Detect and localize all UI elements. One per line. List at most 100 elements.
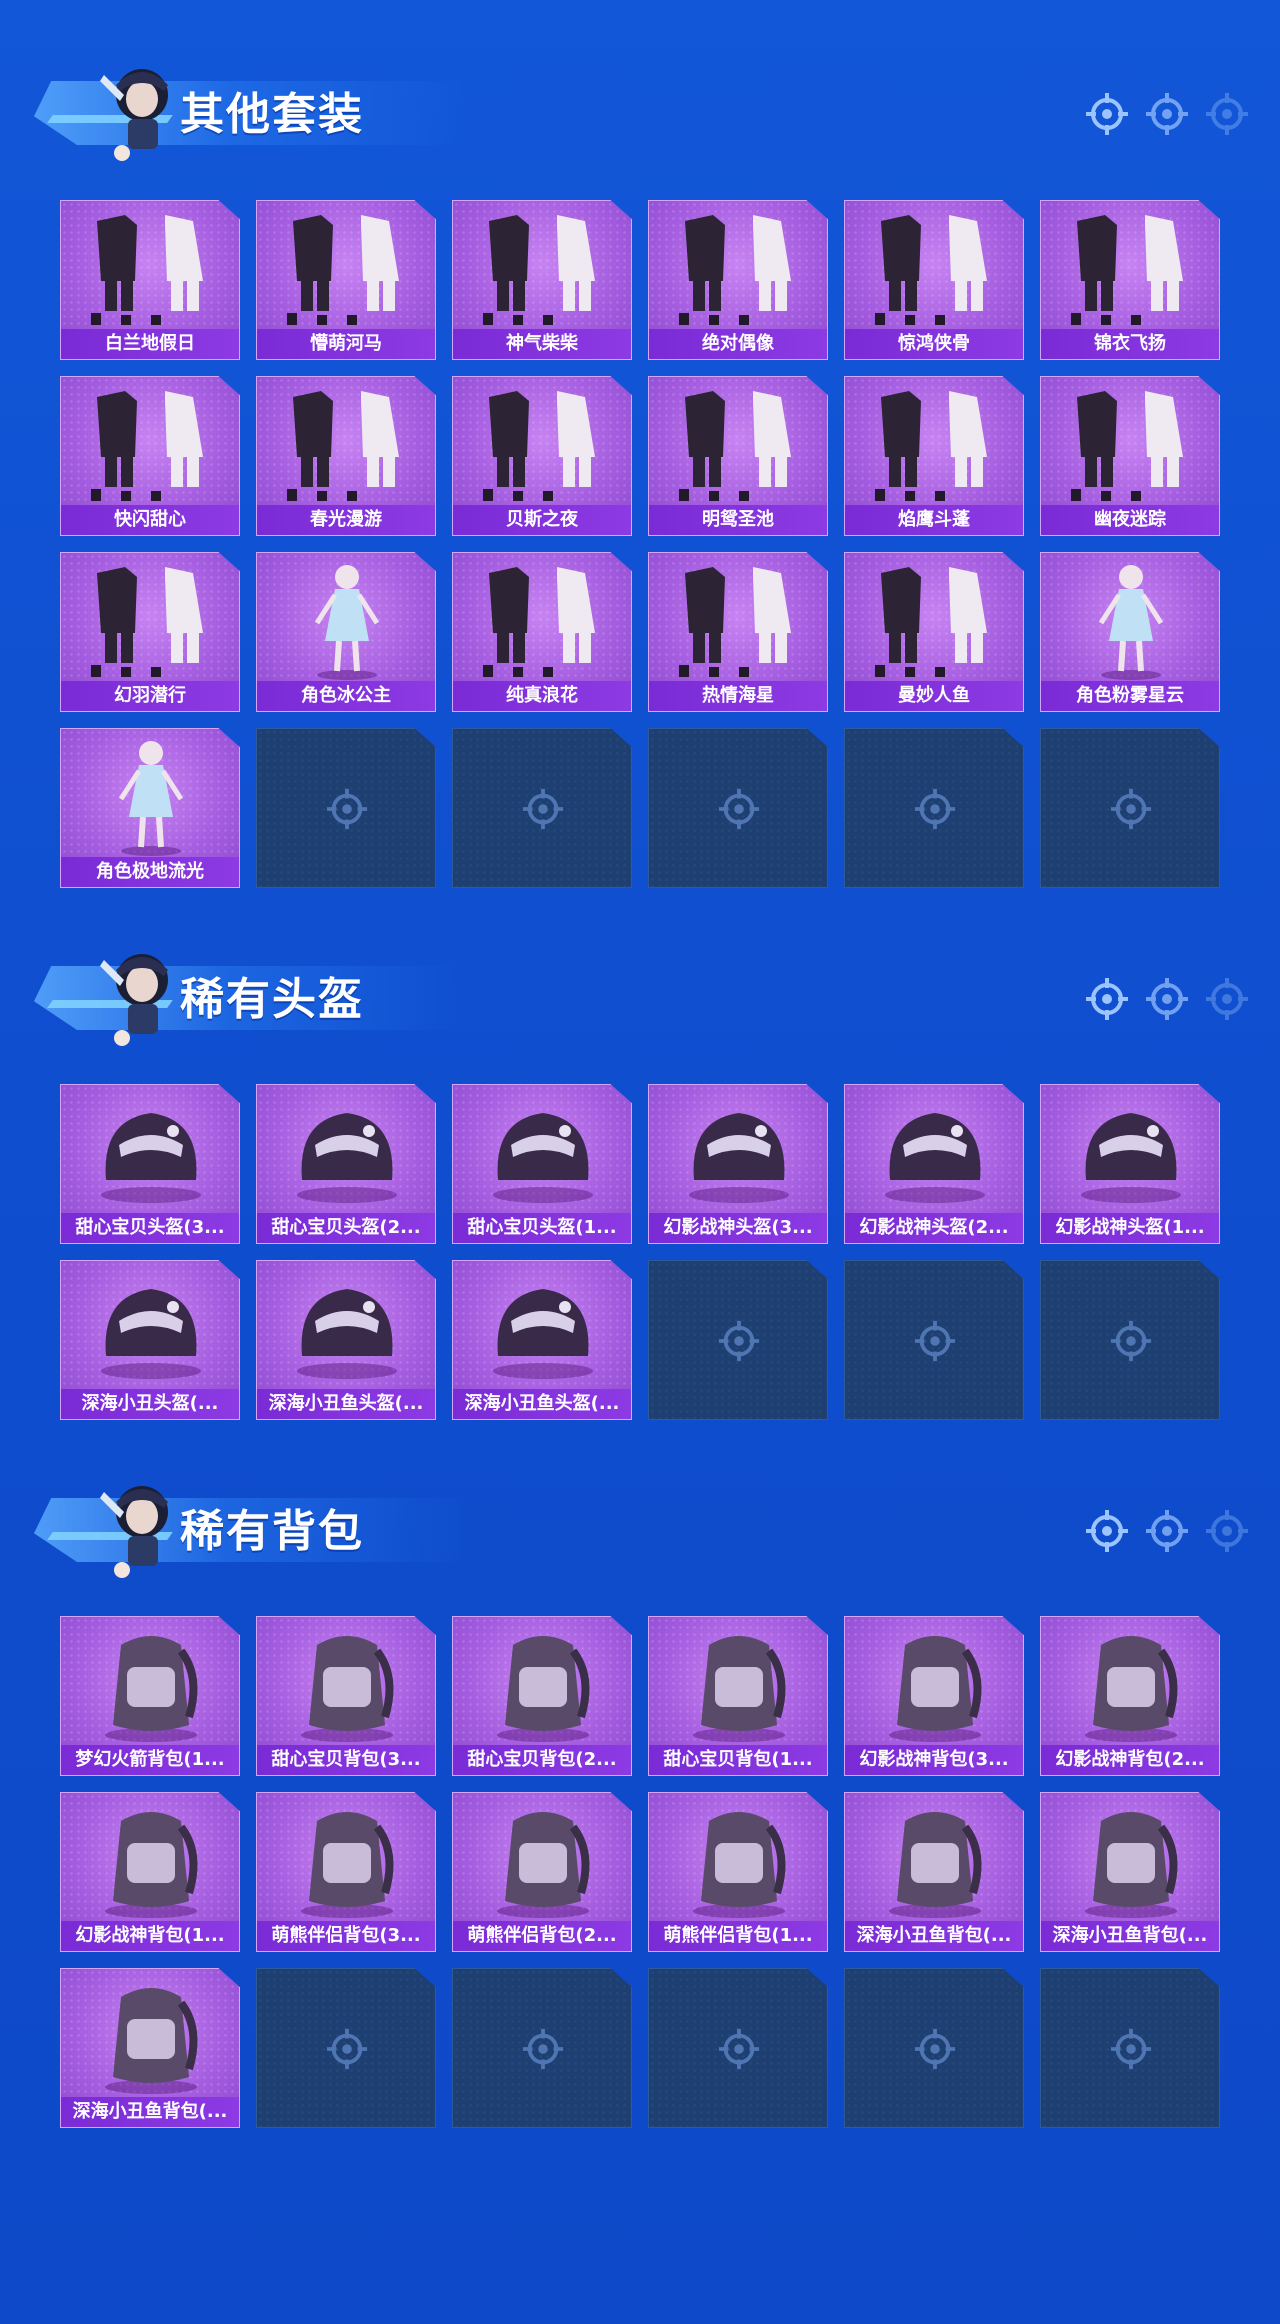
crosshair-icon (718, 1320, 760, 1362)
item-label: 角色极地流光 (61, 857, 239, 887)
item-card[interactable]: 角色粉雾星云 (1040, 552, 1220, 712)
item-card[interactable]: 绝对偶像 (648, 200, 828, 360)
backpack-icon (497, 1636, 590, 1742)
item-card[interactable]: 深海小丑鱼头盔(... (452, 1260, 632, 1420)
crosshair-icon (1146, 978, 1188, 1020)
item-card[interactable]: 白兰地假日 (60, 200, 240, 360)
item-card[interactable]: 幻影战神背包(1... (60, 1792, 240, 1952)
item-card[interactable]: 深海小丑鱼头盔(... (256, 1260, 436, 1420)
item-card[interactable]: 热情海星 (648, 552, 828, 712)
item-label: 角色冰公主 (257, 681, 435, 711)
item-card[interactable]: 甜心宝贝背包(2... (452, 1616, 632, 1776)
item-card[interactable]: 懵萌河马 (256, 200, 436, 360)
backpack-icon (105, 1636, 198, 1742)
item-card[interactable]: 幻影战神头盔(2... (844, 1084, 1024, 1244)
item-label: 甜心宝贝背包(3... (257, 1745, 435, 1775)
empty-slot (648, 1260, 828, 1420)
outfit-icon (1071, 391, 1183, 501)
empty-slot (256, 728, 436, 888)
item-card[interactable]: 梦幻火箭背包(1... (60, 1616, 240, 1776)
outfit-icon (483, 567, 595, 677)
outfit-icon (679, 391, 791, 501)
helmet-icon (493, 1113, 593, 1203)
item-label: 纯真浪花 (453, 681, 631, 711)
item-card[interactable]: 甜心宝贝背包(3... (256, 1616, 436, 1776)
item-card[interactable]: 锦衣飞扬 (1040, 200, 1220, 360)
item-card[interactable]: 贝斯之夜 (452, 376, 632, 536)
empty-slot (256, 1968, 436, 2128)
item-card[interactable]: 角色极地流光 (60, 728, 240, 888)
item-card[interactable]: 萌熊伴侣背包(2... (452, 1792, 632, 1952)
crosshair-icon (718, 2028, 760, 2070)
item-label: 萌熊伴侣背包(3... (257, 1921, 435, 1951)
item-card[interactable]: 神气柴柴 (452, 200, 632, 360)
item-card[interactable]: 春光漫游 (256, 376, 436, 536)
item-card[interactable]: 快闪甜心 (60, 376, 240, 536)
item-card[interactable]: 幻影战神头盔(3... (648, 1084, 828, 1244)
item-label: 惊鸿侠骨 (845, 329, 1023, 359)
item-card[interactable]: 甜心宝贝头盔(1... (452, 1084, 632, 1244)
outfit-icon (483, 215, 595, 325)
item-card[interactable]: 明鸳圣池 (648, 376, 828, 536)
item-card[interactable]: 甜心宝贝背包(1... (648, 1616, 828, 1776)
item-grid: 梦幻火箭背包(1... 甜心宝贝背包(3... 甜心宝贝背包(2... 甜心宝贝背包(… (60, 1616, 1220, 2128)
backpack-icon (497, 1812, 590, 1918)
item-card[interactable]: 纯真浪花 (452, 552, 632, 712)
backpack-icon (105, 1812, 198, 1918)
item-grid: 甜心宝贝头盔(3... 甜心宝贝头盔(2... 甜心宝贝头盔(1... 幻影战神头盔(… (60, 1084, 1220, 1420)
item-label: 深海小丑鱼头盔(... (257, 1389, 435, 1419)
item-card[interactable]: 萌熊伴侣背包(1... (648, 1792, 828, 1952)
item-card[interactable]: 深海小丑头盔(... (60, 1260, 240, 1420)
crosshair-icon (1146, 93, 1188, 135)
helmet-icon (689, 1113, 789, 1203)
item-card[interactable]: 焰鹰斗蓬 (844, 376, 1024, 536)
item-label: 幽夜迷踪 (1041, 505, 1219, 535)
helmet-icon (885, 1113, 985, 1203)
empty-slot (648, 728, 828, 888)
item-label: 幻影战神头盔(2... (845, 1213, 1023, 1243)
item-label: 角色粉雾星云 (1041, 681, 1219, 711)
section-header: 稀有背包 (30, 1472, 1250, 1582)
item-card[interactable]: 幻影战神背包(2... (1040, 1616, 1220, 1776)
helmet-icon (101, 1113, 201, 1203)
item-card[interactable]: 深海小丑鱼背包(... (844, 1792, 1024, 1952)
item-label: 懵萌河马 (257, 329, 435, 359)
mascot-icon (100, 1486, 168, 1578)
backpack-icon (889, 1812, 982, 1918)
item-label: 幻影战神背包(1... (61, 1921, 239, 1951)
item-card[interactable]: 惊鸿侠骨 (844, 200, 1024, 360)
item-card[interactable]: 曼妙人鱼 (844, 552, 1024, 712)
empty-slot (452, 728, 632, 888)
item-card[interactable]: 甜心宝贝头盔(3... (60, 1084, 240, 1244)
outfit-icon (287, 391, 399, 501)
item-label: 甜心宝贝头盔(2... (257, 1213, 435, 1243)
crosshair-icon (522, 788, 564, 830)
helmet-icon (493, 1289, 593, 1379)
section-title: 稀有背包 (180, 1506, 364, 1557)
section-header: 稀有头盔 (30, 940, 1250, 1050)
item-label: 幻影战神背包(3... (845, 1745, 1023, 1775)
crosshair-icon (1110, 788, 1152, 830)
decor-targets (1084, 976, 1250, 1026)
item-card[interactable]: 幻影战神头盔(1... (1040, 1084, 1220, 1244)
item-label: 幻影战神头盔(1... (1041, 1213, 1219, 1243)
item-label: 贝斯之夜 (453, 505, 631, 535)
outfit-icon (91, 391, 203, 501)
item-card[interactable]: 深海小丑鱼背包(... (1040, 1792, 1220, 1952)
item-card[interactable]: 幽夜迷踪 (1040, 376, 1220, 536)
item-card[interactable]: 幻影战神背包(3... (844, 1616, 1024, 1776)
item-label: 梦幻火箭背包(1... (61, 1745, 239, 1775)
item-card[interactable]: 幻羽潜行 (60, 552, 240, 712)
item-card[interactable]: 深海小丑鱼背包(... (60, 1968, 240, 2128)
item-label: 深海小丑鱼背包(... (61, 2097, 239, 2127)
character-icon (118, 741, 184, 856)
item-card[interactable]: 萌熊伴侣背包(3... (256, 1792, 436, 1952)
crosshair-icon (914, 1320, 956, 1362)
backpack-icon (693, 1812, 786, 1918)
character-icon (314, 565, 380, 680)
item-grid: 白兰地假日 懵萌河马 神气柴柴 绝对偶像 惊鸿侠骨 锦衣飞扬快闪甜心 春光漫游 贝斯之夜 明鸳圣… (60, 200, 1220, 888)
item-card[interactable]: 甜心宝贝头盔(2... (256, 1084, 436, 1244)
item-card[interactable]: 角色冰公主 (256, 552, 436, 712)
crosshair-icon (914, 2028, 956, 2070)
backpack-icon (1085, 1812, 1178, 1918)
